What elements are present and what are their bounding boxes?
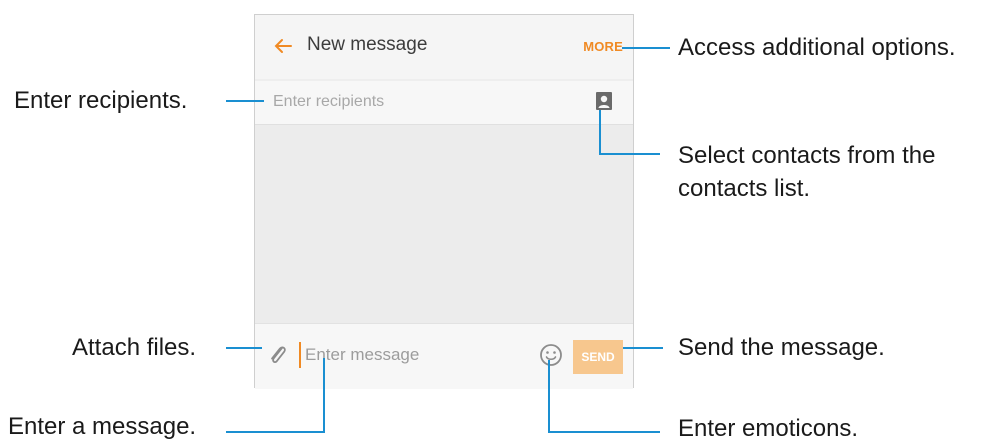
callout-line-attach <box>226 347 262 349</box>
phone-screen: New message MORE Enter recipients Enter … <box>254 14 634 389</box>
app-bar: New message MORE <box>255 15 633 79</box>
recipients-row <box>255 81 633 125</box>
callout-emoticons: Enter emoticons. <box>678 415 859 442</box>
callout-line-emoticons-v <box>548 360 550 432</box>
callout-line-message-v <box>323 358 325 432</box>
smiley-icon[interactable] <box>539 343 563 367</box>
callout-contacts-line1: Select contacts from the <box>678 142 936 169</box>
page-title: New message <box>307 34 428 55</box>
contact-card-icon[interactable] <box>595 91 613 111</box>
text-cursor <box>299 342 301 368</box>
arrow-left-icon[interactable] <box>271 34 295 58</box>
more-button[interactable]: MORE <box>583 39 623 54</box>
callout-line-contacts-v <box>599 110 601 154</box>
message-input[interactable] <box>305 344 525 366</box>
recipients-input[interactable] <box>273 91 573 113</box>
callout-line-message-h <box>226 431 325 433</box>
callout-line-emoticons-h <box>548 431 660 433</box>
send-button[interactable]: SEND <box>573 340 623 374</box>
callout-send: Send the message. <box>678 334 885 361</box>
callout-more: Access additional options. <box>678 34 956 61</box>
compose-bar: SEND <box>255 323 633 389</box>
callout-line-contacts-h <box>599 153 660 155</box>
callout-line-send <box>623 347 663 349</box>
callout-message: Enter a message. <box>8 413 197 440</box>
message-thread-area <box>255 125 633 331</box>
callout-attach: Attach files. <box>72 334 197 361</box>
callout-recipients: Enter recipients. <box>14 87 188 114</box>
paperclip-icon[interactable] <box>267 342 289 368</box>
callout-line-more <box>622 47 670 49</box>
callout-contacts-line2: contacts list. <box>678 175 811 202</box>
callout-line-recipients <box>226 100 264 102</box>
